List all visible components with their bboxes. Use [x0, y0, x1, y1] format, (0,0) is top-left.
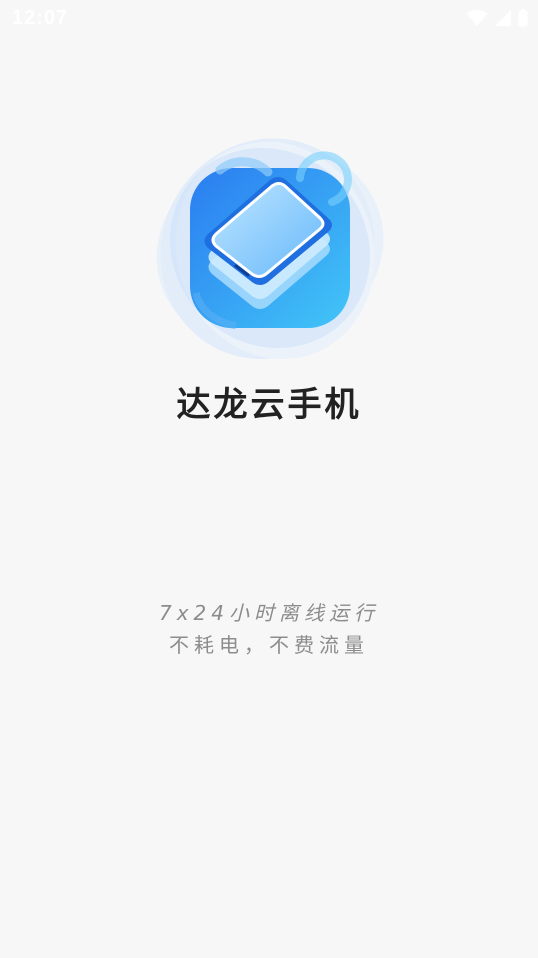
battery-icon — [518, 9, 528, 27]
wifi-icon — [466, 9, 488, 27]
app-title: 达龙云手机 — [176, 385, 362, 425]
status-bar: 12:07 — [0, 0, 538, 36]
status-icons — [466, 8, 528, 28]
cloud-phone-logo-icon — [156, 138, 384, 360]
app-logo — [150, 128, 390, 368]
status-time: 12:07 — [12, 7, 69, 29]
cell-signal-icon — [494, 9, 512, 27]
slogan-line-2: 不耗电，不费流量 — [169, 633, 369, 657]
slogan-line-1: 7x24小时离线运行 — [158, 601, 379, 625]
